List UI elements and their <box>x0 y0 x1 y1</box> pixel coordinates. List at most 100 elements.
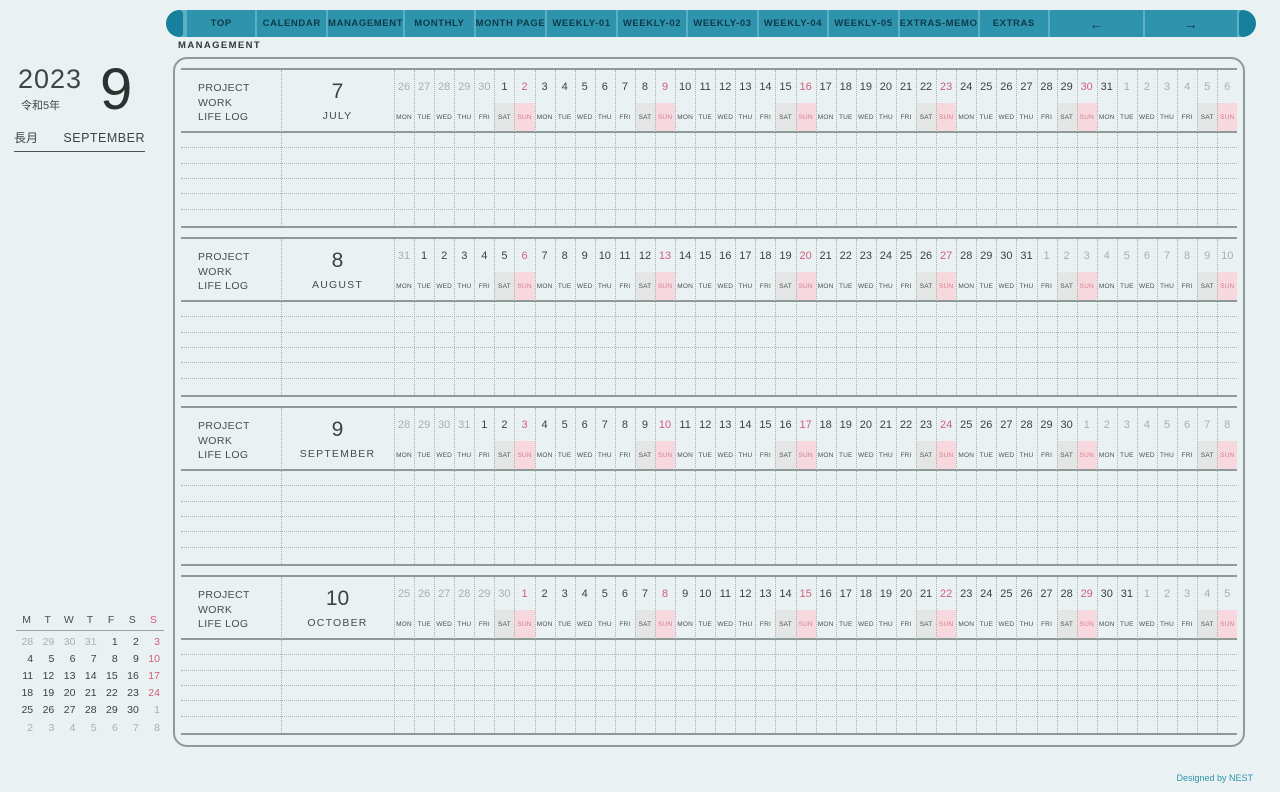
day-number: 25 <box>397 587 411 600</box>
weekday-label: FRI <box>759 620 771 628</box>
day-number: 4 <box>561 80 568 93</box>
day-cell: 28 FRI <box>1037 70 1057 131</box>
day-number: 3 <box>521 418 528 431</box>
day-number: 23 <box>919 418 933 431</box>
day-cell: 4 FRI <box>1177 70 1197 131</box>
weekday-label: SUN <box>655 103 676 131</box>
day-cell: 1 SUN <box>514 577 535 638</box>
day-number: 8 <box>561 249 568 262</box>
day-number: 2 <box>521 80 528 93</box>
weekday-label: SUN <box>936 610 957 638</box>
weekday-label: THU <box>457 113 472 121</box>
day-number: 12 <box>719 80 732 93</box>
weekday-label: WED <box>1139 282 1155 290</box>
day-cell: 23 SAT <box>916 408 937 469</box>
day-number: 6 <box>1224 80 1231 93</box>
days-header-strip: 28 MON 29 TUE 30 WED 31 THU 1 FRI 2 SAT 3 SUN 4 MON 5 TUE… <box>394 408 1238 469</box>
tab-weekly-03[interactable]: WEEKLY-03 <box>688 10 757 37</box>
tab-weekly-02[interactable]: WEEKLY-02 <box>617 10 687 37</box>
day-cell: 26 TUE <box>976 408 996 469</box>
day-cell: 3 TUE <box>555 577 575 638</box>
month-link-october[interactable]: 10 OCTOBER <box>281 577 394 638</box>
day-number: 11 <box>619 249 631 262</box>
day-number: 24 <box>960 80 973 93</box>
tab-weekly-04[interactable]: WEEKLY-04 <box>758 10 828 37</box>
tab-weekly-01[interactable]: WEEKLY-01 <box>547 10 616 37</box>
day-number: 22 <box>940 587 953 600</box>
day-number: 20 <box>879 80 893 93</box>
day-cell: 28 MON <box>956 239 976 300</box>
writing-row <box>181 655 1237 671</box>
month-link-august[interactable]: 8 AUGUST <box>281 239 394 300</box>
day-cell: 2 WED <box>1137 70 1157 131</box>
weekday-label: TUE <box>1120 620 1134 628</box>
nav-arrow-right-button[interactable]: → <box>1144 10 1237 37</box>
weekday-label: SAT <box>1197 441 1218 469</box>
mini-weekday-label: T <box>44 614 51 626</box>
day-number: 31 <box>397 249 411 262</box>
weekday-label: FRI <box>619 282 631 290</box>
weekday-label: THU <box>878 282 893 290</box>
mini-day-cell: 6 <box>111 721 118 734</box>
day-cell: 5 SAT <box>1197 70 1218 131</box>
tab-extras-memo[interactable]: EXTRAS-MEMO <box>899 10 978 37</box>
tab-extras[interactable]: EXTRAS <box>979 10 1049 37</box>
day-cell: 26 MON <box>394 70 414 131</box>
month-name: OCTOBER <box>307 616 368 629</box>
day-number: 21 <box>919 587 933 600</box>
tab-management[interactable]: MANAGEMENT <box>327 10 404 37</box>
day-cell: 15 SAT <box>775 70 796 131</box>
weekday-label: FRI <box>478 282 490 290</box>
row-label: LIFE LOG <box>198 618 249 630</box>
mini-day-cell: 8 <box>111 652 118 665</box>
day-number: 18 <box>859 587 872 600</box>
day-cell: 9 SAT <box>634 408 656 469</box>
day-cell: 14 SAT <box>775 577 796 638</box>
day-cell: 5 THU <box>595 577 615 638</box>
day-cell: 4 MON <box>535 408 555 469</box>
mini-day-cell: 25 <box>21 704 34 717</box>
nav-arrow-left-button[interactable]: ← <box>1050 10 1143 37</box>
writing-row <box>181 133 1237 149</box>
era-label: 令和5年 <box>21 100 61 112</box>
day-cell: 2 MON <box>1097 408 1117 469</box>
mini-day-cell: 1 <box>111 635 118 648</box>
weekday-label: WED <box>998 282 1015 290</box>
day-number: 6 <box>1184 418 1191 431</box>
day-number: 28 <box>1040 80 1053 93</box>
month-name-line: 長月 SEPTEMBER <box>14 129 145 152</box>
tab-top[interactable]: TOP <box>187 10 256 37</box>
row-label: PROJECT <box>198 420 250 432</box>
day-number: 14 <box>759 80 772 93</box>
day-number: 13 <box>739 80 752 93</box>
day-cell: 14 FRI <box>755 70 775 131</box>
day-cell: 4 MON <box>1097 239 1117 300</box>
day-number: 29 <box>1080 587 1093 600</box>
month-link-september[interactable]: 9 SEPTEMBER <box>281 408 394 469</box>
weekday-label: TUE <box>838 451 853 459</box>
weekday-label: FRI <box>759 282 771 290</box>
month-link-july[interactable]: 7 JULY <box>281 70 394 131</box>
weekday-label: SAT <box>1197 610 1218 638</box>
weekday-label: FRI <box>1181 282 1193 290</box>
writing-area <box>181 471 1237 562</box>
day-number: 30 <box>1080 80 1093 93</box>
tab-month-page[interactable]: MONTH PAGE <box>475 10 546 37</box>
day-cell: 12 TUE <box>695 408 715 469</box>
tab-calendar[interactable]: CALENDAR <box>257 10 326 37</box>
day-cell: 8 TUE <box>555 239 575 300</box>
day-cell: 1 FRI <box>474 408 494 469</box>
weekday-label: SAT <box>916 103 937 131</box>
weekday-label: FRI <box>759 451 771 459</box>
day-number: 22 <box>899 418 913 431</box>
tab-weekly-05[interactable]: WEEKLY-05 <box>829 10 898 37</box>
day-cell: 24 SUN <box>936 408 957 469</box>
tab-monthly[interactable]: MONTHLY <box>405 10 474 37</box>
day-cell: 9 SAT <box>1197 239 1218 300</box>
day-cell: 4 TUE <box>555 70 575 131</box>
day-cell: 5 WED <box>575 70 595 131</box>
day-number: 18 <box>819 418 832 431</box>
weekday-label: WED <box>436 282 453 290</box>
day-number: 27 <box>1020 80 1033 93</box>
weekday-label: SAT <box>775 610 796 638</box>
